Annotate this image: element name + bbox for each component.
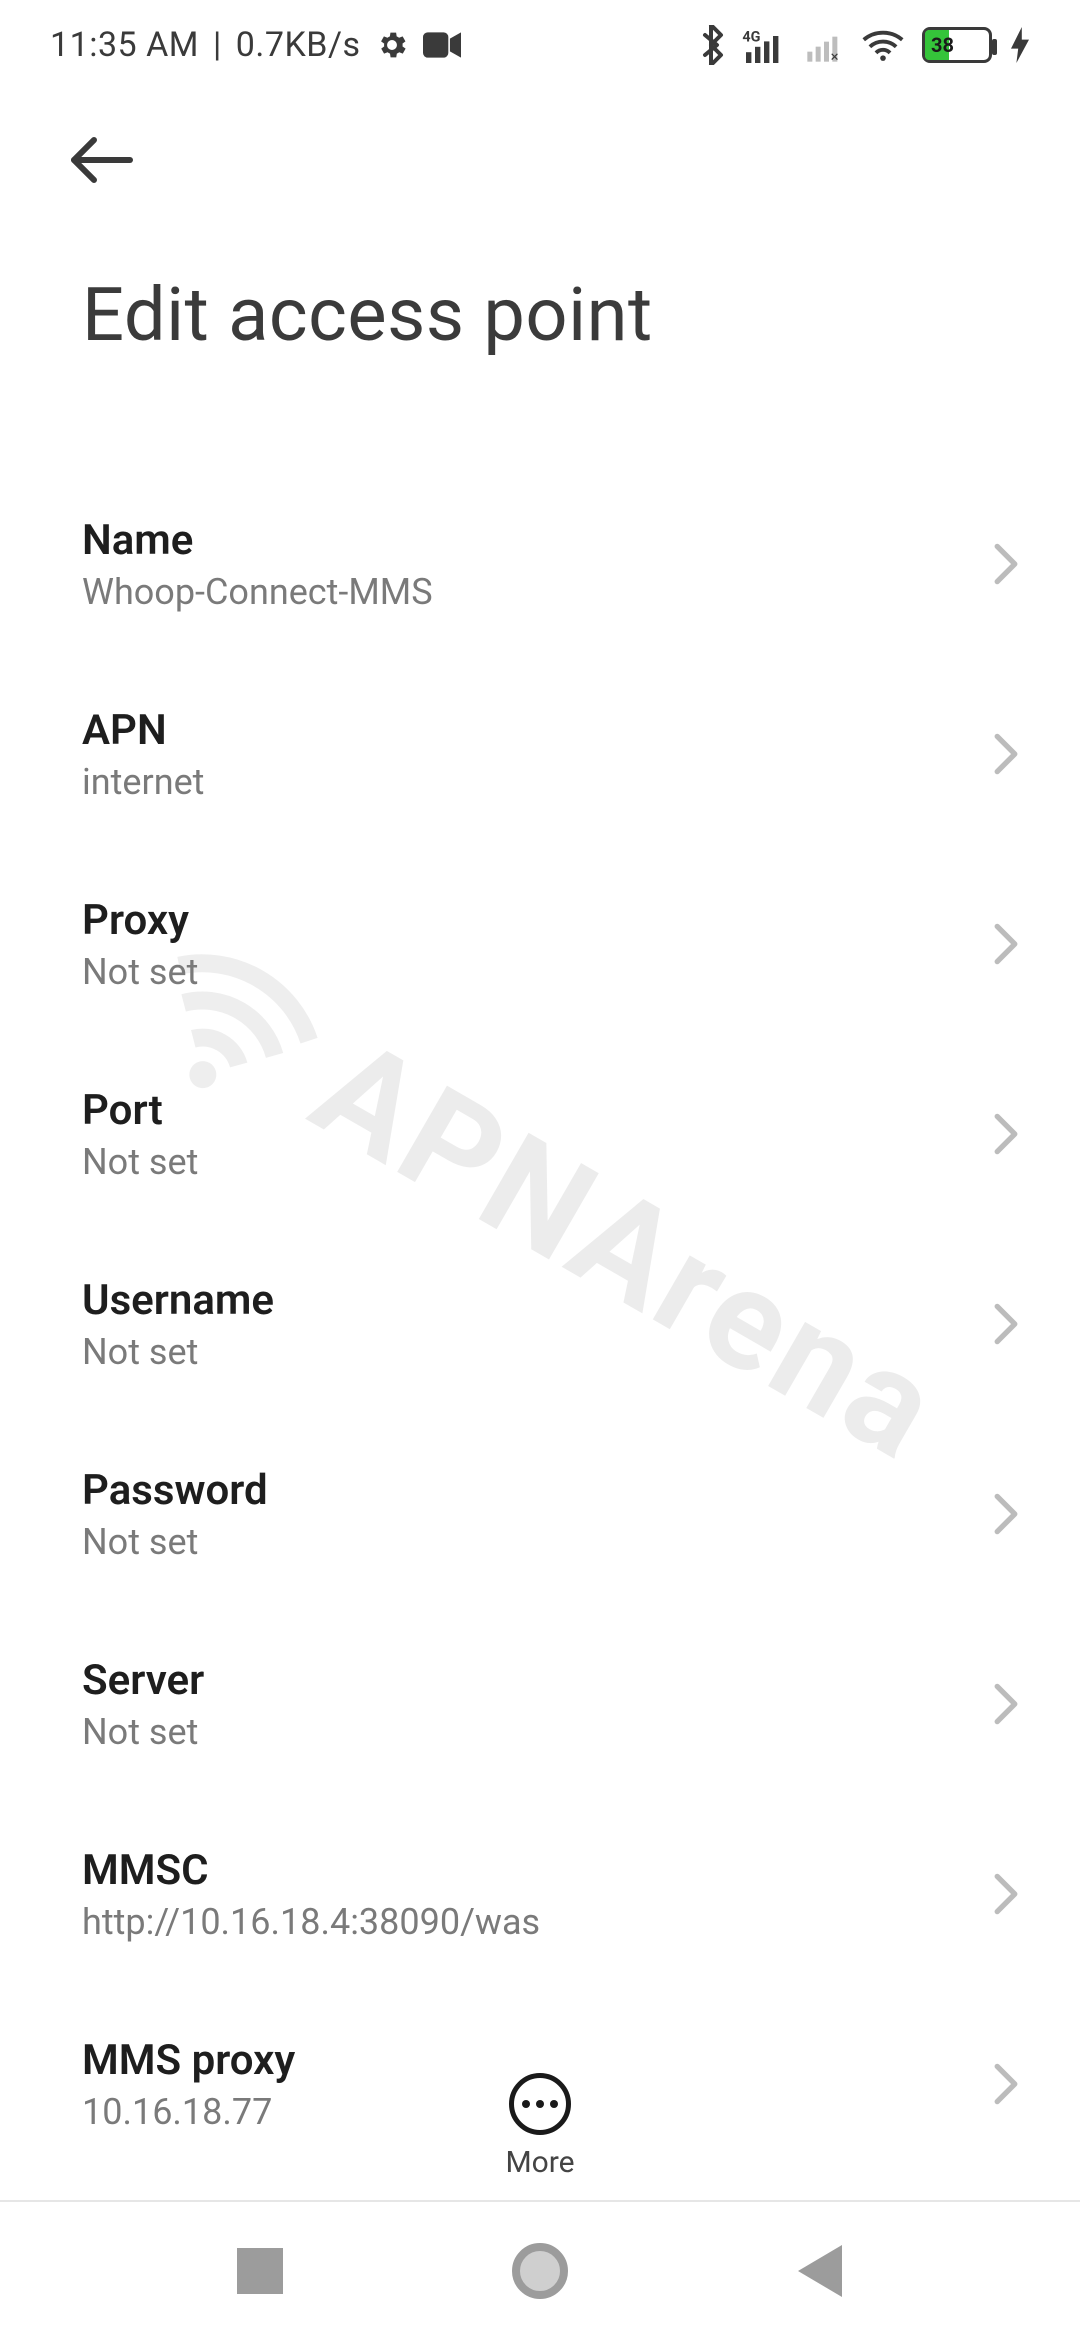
row-label: Port — [82, 1086, 198, 1135]
battery-icon: 38 — [922, 27, 992, 63]
row-password[interactable]: Password Not set — [0, 1419, 1080, 1609]
chevron-right-icon — [992, 542, 1020, 586]
status-left: 11:35 AM | 0.7KB/s — [50, 25, 461, 65]
row-value: Whoop-Connect-MMS — [82, 571, 433, 613]
signal-4g-icon: 4G — [742, 27, 786, 63]
row-apn[interactable]: APN internet — [0, 659, 1080, 849]
status-right: 4G × 38 — [698, 25, 1030, 65]
status-data-rate: 0.7KB/s — [236, 25, 361, 65]
row-mmsc[interactable]: MMSC http://10.16.18.4:38090/was — [0, 1799, 1080, 1989]
chevron-right-icon — [992, 1302, 1020, 1346]
video-camera-icon — [423, 31, 461, 59]
apn-settings-list: Name Whoop-Connect-MMS APN internet Prox… — [0, 469, 1080, 2159]
nav-home-button[interactable] — [495, 2226, 585, 2316]
row-label: Password — [82, 1466, 268, 1515]
overflow-more: More — [0, 2073, 1080, 2180]
row-proxy[interactable]: Proxy Not set — [0, 849, 1080, 1039]
charging-bolt-icon — [1010, 27, 1030, 63]
row-name[interactable]: Name Whoop-Connect-MMS — [0, 469, 1080, 659]
app-header: Edit access point — [0, 90, 1080, 359]
chevron-right-icon — [992, 1112, 1020, 1156]
square-icon — [237, 2248, 283, 2294]
row-label: Proxy — [82, 896, 198, 945]
triangle-left-icon — [798, 2245, 842, 2297]
row-label: Username — [82, 1276, 274, 1325]
page-title: Edit access point — [82, 272, 1020, 359]
chevron-right-icon — [992, 1682, 1020, 1726]
nav-recents-button[interactable] — [215, 2226, 305, 2316]
status-separator: | — [213, 25, 222, 65]
row-port[interactable]: Port Not set — [0, 1039, 1080, 1229]
row-value: http://10.16.18.4:38090/was — [82, 1901, 540, 1943]
arrow-left-icon — [70, 136, 134, 184]
circle-icon — [512, 2243, 568, 2299]
signal-no-sim-icon: × — [804, 27, 844, 63]
row-username[interactable]: Username Not set — [0, 1229, 1080, 1419]
bluetooth-icon — [698, 25, 724, 65]
row-value: Not set — [82, 1331, 274, 1373]
back-button[interactable] — [60, 118, 144, 202]
more-button[interactable] — [509, 2073, 571, 2135]
row-label: MMSC — [82, 1846, 540, 1895]
row-label: Name — [82, 516, 433, 565]
row-value: internet — [82, 761, 204, 803]
more-label: More — [505, 2145, 574, 2180]
chevron-right-icon — [992, 922, 1020, 966]
svg-text:×: × — [831, 48, 839, 63]
system-nav-bar — [0, 2200, 1080, 2340]
row-value: Not set — [82, 951, 198, 993]
row-value: Not set — [82, 1141, 198, 1183]
row-label: Server — [82, 1656, 204, 1705]
row-label: APN — [82, 706, 204, 755]
gear-icon — [375, 28, 409, 62]
more-dots-icon — [522, 2100, 558, 2108]
svg-text:4G: 4G — [742, 28, 760, 45]
status-bar: 11:35 AM | 0.7KB/s 4G × — [0, 0, 1080, 90]
nav-back-button[interactable] — [775, 2226, 865, 2316]
chevron-right-icon — [992, 1492, 1020, 1536]
battery-percentage: 38 — [931, 33, 954, 57]
status-time: 11:35 AM — [50, 25, 199, 65]
row-value: Not set — [82, 1711, 204, 1753]
chevron-right-icon — [992, 732, 1020, 776]
row-server[interactable]: Server Not set — [0, 1609, 1080, 1799]
wifi-icon — [862, 28, 904, 62]
row-value: Not set — [82, 1521, 268, 1563]
chevron-right-icon — [992, 1872, 1020, 1916]
